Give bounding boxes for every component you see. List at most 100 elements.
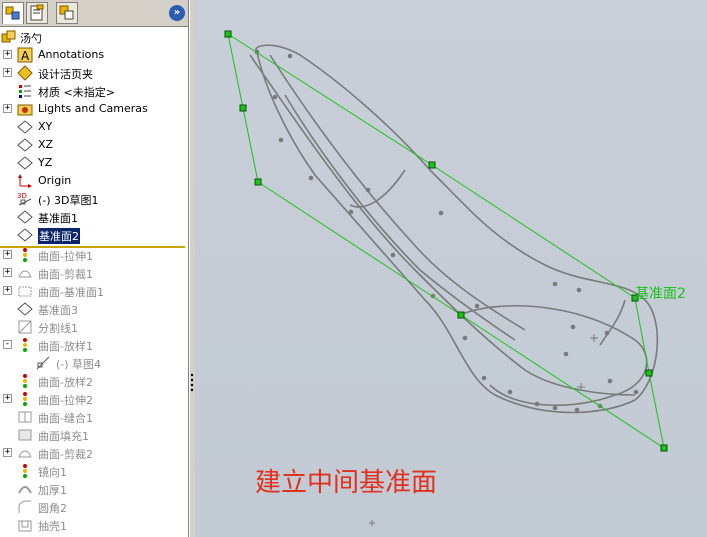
tree-item[interactable]: + 曲面-基准面1 bbox=[0, 282, 188, 300]
tree-item-label: 设计活页夹 bbox=[38, 68, 93, 81]
slide-caption: 建立中间基准面 bbox=[255, 468, 438, 498]
tree-item-label: 基准面3 bbox=[38, 304, 78, 317]
graphics-viewport[interactable]: 基准面2 建立中间基准面 bbox=[195, 0, 707, 537]
property-manager-tab[interactable] bbox=[26, 2, 48, 24]
tree-item[interactable]: 分割线1 bbox=[0, 318, 188, 336]
tree-item-label: 曲面-缝合1 bbox=[38, 412, 93, 425]
expand-toggle[interactable]: + bbox=[3, 68, 12, 77]
tree-item[interactable]: 曲面填充1 bbox=[0, 426, 188, 444]
tree-item[interactable]: - 曲面-放样1 bbox=[0, 336, 188, 354]
tree-item[interactable]: 基准面1 bbox=[0, 208, 188, 226]
3d-sketch-icon: 3D bbox=[17, 192, 32, 206]
tree-item[interactable]: + 曲面-拉伸2 bbox=[0, 390, 188, 408]
curve-point bbox=[633, 389, 639, 395]
sketch-icon bbox=[36, 356, 50, 370]
tree-item[interactable]: 基准面3 bbox=[0, 300, 188, 318]
tree-item[interactable]: + A Annotations bbox=[0, 46, 188, 64]
tree-item-label: YZ bbox=[38, 156, 53, 169]
tree-item[interactable]: 镜向1 bbox=[0, 462, 188, 480]
curve-point bbox=[534, 401, 540, 407]
tree-item[interactable]: XY bbox=[0, 118, 188, 136]
spoon-inner-edge-2 bbox=[284, 94, 516, 341]
fillet-icon bbox=[18, 500, 31, 513]
part-icon bbox=[1, 30, 16, 43]
plane-handle[interactable] bbox=[254, 178, 262, 186]
plane-handle[interactable] bbox=[645, 369, 653, 377]
tree-root[interactable]: 汤勺 bbox=[0, 28, 188, 46]
feature-manager-tab[interactable] bbox=[2, 2, 24, 24]
bowl-rim bbox=[459, 305, 648, 396]
tree-item[interactable]: 加厚1 bbox=[0, 480, 188, 498]
tree-item-label: 曲面-基准面1 bbox=[38, 286, 104, 299]
expand-toggle[interactable]: + bbox=[3, 286, 12, 295]
curve-point bbox=[272, 94, 278, 100]
tree-item-label: 镜向1 bbox=[38, 466, 67, 479]
expand-panel-button[interactable]: » bbox=[169, 5, 185, 21]
expand-toggle[interactable]: + bbox=[3, 250, 12, 259]
tree-item[interactable]: YZ bbox=[0, 154, 188, 172]
tree-item[interactable]: + 设计活页夹 bbox=[0, 64, 188, 82]
tree-item-label: 分割线1 bbox=[38, 322, 78, 335]
tree-item-label: 曲面-剪裁1 bbox=[38, 268, 93, 281]
plane-label[interactable]: 基准面2 bbox=[635, 283, 686, 303]
mirror-icon bbox=[23, 464, 27, 478]
tree-item-label: Lights and Cameras bbox=[38, 102, 148, 115]
tree-item[interactable]: 基准面2 bbox=[0, 226, 188, 244]
lights-cameras-icon bbox=[17, 104, 33, 116]
plane-handle[interactable] bbox=[428, 161, 436, 169]
feature-manager-tree: » 汤勺 + A Annotations + 设计活页夹 材质 <未指定> + Lights … bbox=[0, 0, 189, 537]
curve-point bbox=[552, 405, 558, 411]
plane-icon bbox=[17, 138, 33, 152]
tree-item-label: Annotations bbox=[38, 48, 105, 61]
tree-item-label: 基准面1 bbox=[38, 212, 78, 225]
plane-handle[interactable] bbox=[239, 104, 247, 112]
expand-toggle[interactable]: + bbox=[3, 268, 12, 277]
expand-toggle[interactable]: + bbox=[3, 50, 12, 59]
curve-point bbox=[574, 407, 580, 413]
plane-handles bbox=[224, 30, 668, 452]
curve-point bbox=[462, 335, 468, 341]
configuration-icon bbox=[59, 5, 74, 20]
tree-item[interactable]: (-) 草图4 bbox=[0, 354, 188, 372]
configuration-manager-tab[interactable] bbox=[56, 2, 78, 24]
tree-item[interactable]: + Lights and Cameras bbox=[0, 100, 188, 118]
curve-point bbox=[607, 378, 613, 384]
loft-surface-icon bbox=[23, 374, 27, 388]
curve-point bbox=[570, 324, 576, 330]
tree-item[interactable]: 3D (-) 3D草图1 bbox=[0, 190, 188, 208]
plane-icon bbox=[17, 156, 33, 170]
tree-item[interactable]: + 曲面-剪裁1 bbox=[0, 264, 188, 282]
tree-item[interactable]: 材质 <未指定> bbox=[0, 82, 188, 100]
tree-item-label: (-) 草图4 bbox=[56, 358, 102, 371]
curve-point bbox=[390, 252, 396, 258]
tree-item[interactable]: + 曲面-拉伸1 bbox=[0, 246, 188, 264]
expand-toggle[interactable]: + bbox=[3, 394, 12, 403]
svg-text:3D: 3D bbox=[17, 192, 27, 200]
trim-surface-icon bbox=[18, 450, 32, 458]
tree-item[interactable]: XZ bbox=[0, 136, 188, 154]
tree-item[interactable]: 圆角2 bbox=[0, 498, 188, 516]
collapse-toggle[interactable]: - bbox=[3, 340, 12, 349]
curve-point bbox=[278, 137, 284, 143]
curve-point bbox=[563, 351, 569, 357]
tree-item[interactable]: 抽壳1 bbox=[0, 516, 188, 534]
expand-toggle[interactable]: + bbox=[3, 104, 12, 113]
spoon-outline bbox=[255, 44, 659, 414]
svg-text:A: A bbox=[21, 49, 30, 63]
tree-item[interactable]: 曲面-放样2 bbox=[0, 372, 188, 390]
plane-handle[interactable] bbox=[224, 30, 232, 38]
plane-icon bbox=[17, 120, 33, 134]
extrude-surface-icon bbox=[23, 392, 27, 406]
design-binder-icon bbox=[17, 65, 33, 81]
splitter-grip-icon[interactable] bbox=[190, 372, 194, 392]
tree-item[interactable]: Origin bbox=[0, 172, 188, 190]
tree-item[interactable]: 曲面-缝合1 bbox=[0, 408, 188, 426]
plane-handle[interactable] bbox=[457, 311, 465, 319]
manager-tab-bar: » bbox=[0, 0, 188, 27]
tree-item[interactable]: + 曲面-剪裁2 bbox=[0, 444, 188, 462]
expand-toggle[interactable]: + bbox=[3, 448, 12, 457]
curve-point bbox=[287, 53, 293, 59]
planar-surface-icon bbox=[18, 286, 32, 297]
split-line-icon bbox=[18, 320, 32, 334]
plane-handle[interactable] bbox=[660, 444, 668, 452]
